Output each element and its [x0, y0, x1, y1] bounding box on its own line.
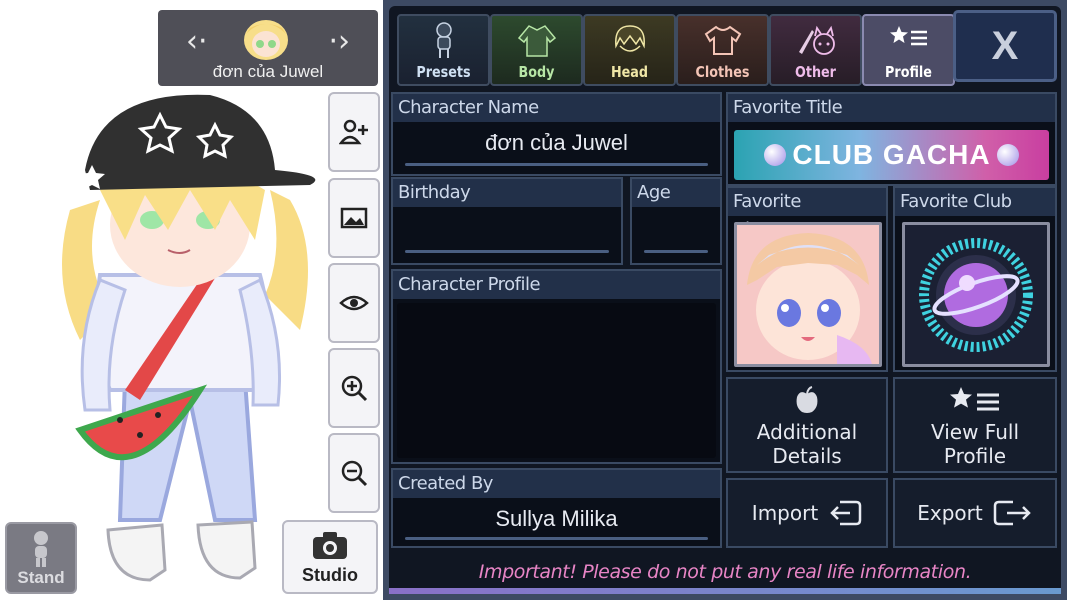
body-silhouette-icon: [435, 22, 452, 58]
favorite-character-image[interactable]: [734, 222, 882, 367]
character-profile-header: Character Profile: [393, 271, 720, 299]
favorite-club-emblem: [905, 225, 1047, 364]
additional-details-label-1: Additional: [756, 420, 858, 444]
created-by-header: Created By: [393, 470, 720, 498]
tshirt-icon: [704, 25, 741, 55]
age-box: Age: [630, 177, 722, 265]
profile-panel: Presets Body Head Clothes Other Profile: [383, 0, 1067, 600]
toggle-visibility-button[interactable]: [328, 263, 380, 343]
zoom-out-button[interactable]: [328, 433, 380, 513]
stand-button[interactable]: Stand: [5, 522, 77, 594]
export-icon: [993, 500, 1031, 526]
created-by-underline: [405, 537, 708, 540]
character-head-thumbnail: [244, 20, 288, 60]
import-icon: [830, 500, 862, 526]
export-label: Export: [917, 501, 983, 525]
privacy-notice: Important! Please do not put any real li…: [478, 561, 972, 583]
character-name-label: đơn của Juwel: [212, 62, 324, 81]
created-by-box: Created By Sullya Milika: [391, 468, 722, 548]
tab-body[interactable]: Body: [490, 14, 583, 86]
stand-label: Stand: [17, 568, 65, 587]
tab-presets[interactable]: Presets: [397, 14, 490, 86]
sword-cat-icon: [798, 25, 835, 55]
image-icon: [340, 207, 368, 229]
favorite-club-image[interactable]: [902, 222, 1050, 367]
background-button[interactable]: [328, 178, 380, 258]
bottom-accent-strip: [389, 588, 1061, 594]
studio-label: Studio: [302, 565, 358, 585]
age-header: Age: [632, 179, 720, 207]
zoom-in-icon: [341, 375, 368, 402]
favorite-title-box: Favorite Title CLUB GACHA: [726, 92, 1057, 186]
tab-bar: Presets Body Head Clothes Other Profile: [397, 14, 955, 90]
planet-orb-icon: [996, 144, 1019, 166]
favorite-character-header: Favorite Character: [728, 188, 886, 240]
character-name-field[interactable]: đơn của Juwel: [393, 130, 720, 156]
tab-head[interactable]: Head: [583, 14, 676, 86]
import-label: Import: [751, 501, 819, 525]
favorite-club-header: Favorite Club: [895, 188, 1055, 216]
additional-details-button[interactable]: Additional Details: [726, 377, 888, 473]
birthday-header: Birthday: [393, 179, 621, 207]
favorite-title-value: CLUB GACHA: [792, 139, 991, 170]
view-full-profile-label-2: Profile: [943, 444, 1007, 468]
zoom-out-icon: [341, 460, 368, 487]
age-underline: [644, 250, 708, 253]
tab-body-label: Body: [518, 63, 555, 81]
import-button[interactable]: Import: [726, 478, 888, 548]
favorite-club-box: Favorite Club: [893, 186, 1057, 372]
studio-button[interactable]: Studio: [282, 520, 378, 594]
character-name-box: Character Name đơn của Juwel: [391, 92, 722, 176]
add-character-button[interactable]: [328, 92, 380, 172]
character-selector: ‹· ·› đơn của Juwel: [158, 10, 378, 86]
favorite-character-box: Favorite Character: [726, 186, 888, 372]
tab-other-label: Other: [795, 63, 836, 81]
tab-profile[interactable]: Profile: [862, 14, 955, 86]
stand-pose-icon: [34, 531, 48, 567]
add-person-icon: [339, 119, 368, 145]
export-button[interactable]: Export: [893, 478, 1057, 548]
tab-presets-label: Presets: [416, 63, 471, 81]
star-list-icon: [950, 387, 999, 411]
character-name-header: Character Name: [393, 94, 720, 122]
favorite-title-banner[interactable]: CLUB GACHA: [734, 130, 1049, 180]
zoom-in-button[interactable]: [328, 348, 380, 428]
character-profile-box: Character Profile: [391, 269, 722, 464]
star-list-icon: [889, 26, 927, 46]
tab-clothes[interactable]: Clothes: [676, 14, 769, 86]
tab-head-label: Head: [610, 63, 649, 81]
tab-profile-label: Profile: [885, 63, 932, 81]
additional-details-label-2: Details: [772, 444, 842, 468]
close-button[interactable]: X: [953, 10, 1057, 82]
view-full-profile-label-1: View Full: [930, 420, 1020, 444]
hair-icon: [614, 25, 645, 52]
favorite-title-header: Favorite Title: [728, 94, 1055, 122]
created-by-field[interactable]: Sullya Milika: [393, 506, 720, 532]
apple-icon: [796, 386, 818, 413]
camera-icon: [313, 532, 347, 559]
shirt-icon: [517, 25, 556, 57]
tab-clothes-label: Clothes: [695, 63, 750, 81]
previous-character-button[interactable]: ‹·: [186, 24, 208, 59]
planet-orb-icon: [764, 144, 787, 166]
profile-panel-inner: Presets Body Head Clothes Other Profile: [389, 6, 1061, 594]
character-name-underline: [405, 163, 708, 166]
next-character-button[interactable]: ·›: [328, 24, 350, 59]
tab-other[interactable]: Other: [769, 14, 862, 86]
birthday-box: Birthday: [391, 177, 623, 265]
birthday-underline: [405, 250, 609, 253]
favorite-character-portrait: [737, 225, 879, 364]
view-full-profile-button[interactable]: View Full Profile: [893, 377, 1057, 473]
character-stage: ‹· ·› đơn của Juwel Stand Studio: [0, 0, 383, 600]
character-profile-textarea[interactable]: [397, 303, 716, 458]
eye-icon: [339, 295, 369, 311]
